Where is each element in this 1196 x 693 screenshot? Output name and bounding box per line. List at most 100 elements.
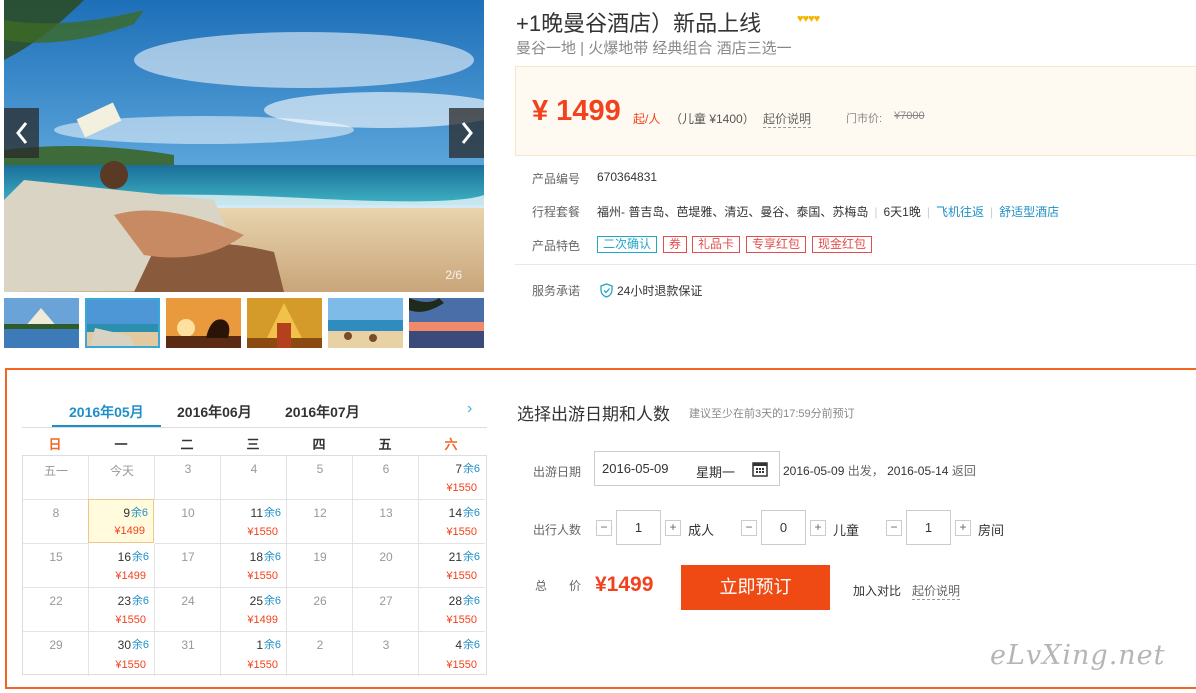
- book-now-button[interactable]: 立即预订: [681, 565, 830, 610]
- rooms-minus-button[interactable]: −: [886, 520, 902, 536]
- calendar-day-available[interactable]: 30 余6 ¥1550: [89, 632, 155, 676]
- calendar-day-number: 19: [313, 550, 327, 564]
- route-label: 行程套餐: [532, 205, 581, 219]
- calendar-day: 13: [353, 500, 419, 544]
- tag-coupon: 券: [663, 236, 688, 253]
- calendar-day-price: ¥1499: [247, 614, 278, 626]
- hotel-rating-icon: ♥♥♥♥: [797, 13, 820, 25]
- weekday-mon: 一: [114, 437, 128, 452]
- tag-confirm: 二次确认: [597, 236, 658, 253]
- calendar-day-number: 16: [117, 550, 131, 564]
- flight-link[interactable]: 飞机往返: [936, 205, 984, 219]
- rooms-label: 房间: [978, 523, 1005, 538]
- calendar-day: 6: [353, 456, 419, 500]
- calendar-day-number: 25: [249, 594, 263, 608]
- calendar-day-available[interactable]: 18 余6 ¥1550: [221, 544, 287, 588]
- rooms-input[interactable]: 1: [906, 510, 951, 545]
- calendar-day-number: 今天: [109, 464, 134, 478]
- calendar-day-available[interactable]: 28 余6 ¥1550: [419, 588, 485, 632]
- calendar-day-number: 9: [123, 506, 130, 520]
- calendar-day-price: ¥1550: [446, 570, 477, 582]
- calendar-day-available[interactable]: 23 余6 ¥1550: [89, 588, 155, 632]
- tab-month-june[interactable]: 2016年06月: [177, 402, 252, 422]
- calendar-day-price: ¥1550: [446, 482, 477, 494]
- travel-date-weekday: 星期一: [696, 465, 736, 480]
- thumbnail-elephant-sunset[interactable]: [166, 298, 241, 348]
- site-watermark: eLvXing.net: [990, 640, 1166, 671]
- calendar-day-number: 15: [49, 550, 63, 564]
- calendar-day: 五一: [23, 456, 89, 500]
- tab-month-july[interactable]: 2016年07月: [285, 402, 360, 422]
- calendar-day-available[interactable]: 21 余6 ¥1550: [419, 544, 485, 588]
- date-label: 出游日期: [533, 465, 582, 479]
- weekday-thu: 四: [312, 437, 326, 452]
- thumbnail-temple[interactable]: [4, 298, 79, 348]
- photo-counter: 2/6: [445, 268, 462, 282]
- calendar-day: 3: [353, 632, 419, 676]
- calendar-remaining: 余6: [263, 595, 281, 607]
- main-photo[interactable]: 2/6: [4, 0, 484, 292]
- children-plus-button[interactable]: +: [810, 520, 826, 536]
- calendar-day: 31: [155, 632, 221, 676]
- thumbnail-resort-beach[interactable]: [328, 298, 403, 348]
- calendar-day-available[interactable]: 1 余6 ¥1550: [221, 632, 287, 676]
- calendar-day-number: 24: [181, 594, 195, 608]
- calendar-day-available[interactable]: 7 余6 ¥1550: [419, 456, 485, 500]
- gallery-prev-button[interactable]: [4, 108, 39, 158]
- add-compare-link[interactable]: 加入对比: [853, 582, 901, 599]
- calendar-day-number: 26: [313, 594, 327, 608]
- thumbnail-palm-sunset[interactable]: [409, 298, 484, 348]
- chevron-left-icon: [15, 122, 27, 144]
- calendar-remaining: 余6: [131, 551, 149, 563]
- market-price-label: 门市价:: [846, 113, 883, 125]
- total-price: ¥1499: [595, 573, 654, 596]
- product-subtitle: 曼谷一地 | 火爆地带 经典组合 酒店三选一: [516, 40, 792, 57]
- calendar-day-number: 3: [382, 638, 390, 652]
- weekday-fri: 五: [378, 437, 392, 452]
- adults-input[interactable]: 1: [616, 510, 661, 545]
- chevron-right-icon: [461, 122, 473, 144]
- calendar-day-available[interactable]: 11 余6 ¥1550: [221, 500, 287, 544]
- calendar-day-price: ¥1550: [247, 526, 278, 538]
- hotel-link[interactable]: 舒适型酒店: [999, 205, 1059, 219]
- calendar-day-number: 2: [316, 638, 324, 652]
- refund-promise: 24小时退款保证: [600, 282, 702, 299]
- calendar-day-price: ¥1550: [446, 659, 477, 671]
- calendar-remaining: 余6: [462, 463, 480, 475]
- price-explain-link-2[interactable]: 起价说明: [912, 582, 961, 600]
- calendar-remaining: 余6: [131, 595, 149, 607]
- calendar-day-available[interactable]: 4 余6 ¥1550: [419, 632, 485, 676]
- children-minus-button[interactable]: −: [741, 520, 757, 536]
- calendar-next-icon[interactable]: ›: [467, 400, 472, 418]
- children-input[interactable]: 0: [761, 510, 806, 545]
- total-label: 总价: [535, 579, 604, 593]
- calendar-day-price: ¥1550: [446, 526, 477, 538]
- refund-promise-text: 24小时退款保证: [617, 284, 703, 298]
- calendar-day: 8: [23, 500, 89, 544]
- rooms-plus-button[interactable]: +: [955, 520, 971, 536]
- travel-date-picker[interactable]: 2016-05-09 星期一: [594, 451, 780, 486]
- calendar-day-available[interactable]: 9 余6 ¥1499: [88, 499, 154, 543]
- photo-gallery: 2/6: [4, 0, 484, 350]
- adults-minus-button[interactable]: −: [596, 520, 612, 536]
- calendar-day: 2: [287, 632, 353, 676]
- calendar-day: 24: [155, 588, 221, 632]
- tab-month-may[interactable]: 2016年05月: [69, 402, 144, 422]
- calendar-day: 20: [353, 544, 419, 588]
- route-info: 福州- 普吉岛、芭堤雅、清迈、曼谷、泰国、苏梅岛 | 6天1晚 | 飞机往返 | 舒适型酒店: [597, 205, 1060, 219]
- price-explain-link[interactable]: 起价说明: [763, 110, 812, 128]
- adults-plus-button[interactable]: +: [665, 520, 681, 536]
- product-code-label: 产品编号: [532, 172, 581, 186]
- calendar-day-number: 28: [448, 594, 462, 608]
- calendar-day-number: 7: [455, 462, 462, 476]
- calendar-day-available[interactable]: 25 余6 ¥1499: [221, 588, 287, 632]
- booking-hint: 建议至少在前3天的17:59分前预订: [689, 408, 855, 420]
- gallery-next-button[interactable]: [449, 108, 484, 158]
- tag-cash-redpacket: 现金红包: [812, 236, 873, 253]
- calendar-day-number: 6: [382, 462, 390, 476]
- thumbnail-golden-temple[interactable]: [247, 298, 322, 348]
- thumbnail-beach-reading[interactable]: [85, 298, 160, 348]
- calendar-day-available[interactable]: 14 余6 ¥1550: [419, 500, 485, 544]
- calendar-day-available[interactable]: 16 余6 ¥1499: [89, 544, 155, 588]
- calendar-remaining: 余6: [130, 507, 148, 519]
